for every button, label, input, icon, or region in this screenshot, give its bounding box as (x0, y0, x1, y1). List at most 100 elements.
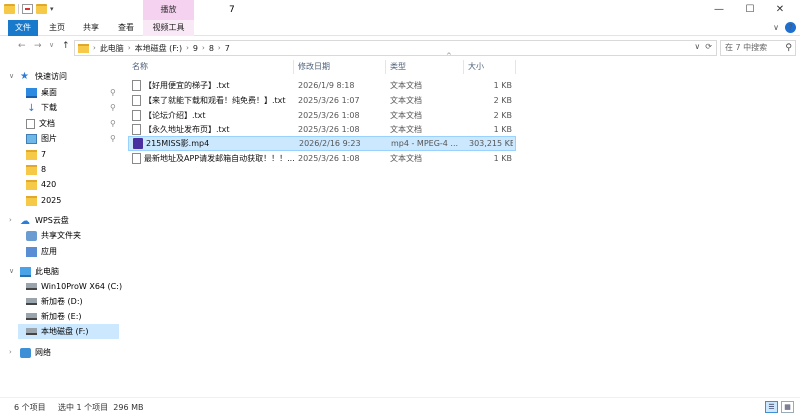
close-button[interactable]: ✕ (767, 0, 793, 20)
sidebar-item-label: 此电脑 (35, 267, 59, 276)
file-row-selected[interactable]: 215MISS影.mp4 2026/2/16 9:23 mp4 - MPEG-4… (128, 136, 516, 151)
pin-icon[interactable]: ⚲ (110, 85, 116, 100)
sidebar-quick-access[interactable]: ★ 快速访问 (20, 69, 67, 84)
sidebar-drive-d[interactable]: 新加卷 (D:) (26, 294, 83, 309)
forward-icon[interactable]: → (34, 41, 42, 51)
network-icon (20, 347, 31, 358)
sidebar-item-label: 桌面 (41, 88, 57, 97)
chevron-right-icon[interactable]: › (9, 213, 12, 228)
chevron-right-icon: › (127, 44, 131, 52)
column-name[interactable]: 名称 (128, 60, 294, 74)
text-file-icon (132, 153, 141, 164)
sidebar-item-desktop[interactable]: 桌面 (26, 85, 57, 100)
tab-share[interactable]: 共享 (83, 20, 99, 36)
file-size: 1 KB (493, 81, 512, 90)
sidebar-this-pc[interactable]: 此电脑 (20, 264, 59, 279)
column-type[interactable]: 类型 (386, 60, 464, 74)
shared-folder-icon (26, 230, 37, 241)
search-input[interactable]: 在 7 中搜索 ⚲ (720, 40, 796, 56)
tab-view[interactable]: 查看 (118, 20, 134, 36)
column-date-modified[interactable]: 修改日期 (294, 60, 386, 74)
pin-icon[interactable]: ⚲ (110, 100, 116, 115)
expand-ribbon-icon[interactable]: ∨ (773, 23, 779, 32)
file-row[interactable]: 最新地址及APP请发邮箱自动获取！！！... 2025/3/26 1:08 文本… (128, 152, 516, 165)
breadcrumb-this-pc[interactable]: 此电脑 (100, 43, 124, 54)
sidebar-item-label: 快速访问 (35, 72, 67, 81)
new-folder-icon[interactable] (36, 4, 47, 14)
sidebar-item-shared-folder[interactable]: 共享文件夹 (26, 228, 81, 243)
address-row: ← → ∨ ↑ › 此电脑 › 本地磁盘 (F:) › 9 › 8 › 7 ∨ … (0, 38, 800, 58)
file-row[interactable]: 【论坛介绍】.txt 2025/3/26 1:08 文本文档 2 KB (128, 109, 516, 122)
status-bar: 6 个项目 选中 1 个项目 296 MB ☰ ▦ (0, 397, 800, 417)
drive-icon (26, 328, 37, 335)
help-icon[interactable]: ? (785, 22, 796, 33)
sidebar-item-folder-8[interactable]: 8 (26, 162, 46, 177)
up-icon[interactable]: ↑ (62, 41, 70, 51)
sidebar-drive-e[interactable]: 新加卷 (E:) (26, 309, 82, 324)
breadcrumb-7[interactable]: 7 (225, 44, 230, 53)
chevron-right-icon[interactable]: › (9, 345, 12, 360)
quick-access-toolbar: ▾ (4, 4, 54, 14)
sidebar-item-documents[interactable]: 文档 (26, 116, 55, 131)
chevron-down-icon[interactable]: ∨ (9, 69, 14, 84)
file-type: 文本文档 (390, 125, 422, 134)
chevron-right-icon: › (93, 44, 96, 52)
address-bar[interactable]: › 此电脑 › 本地磁盘 (F:) › 9 › 8 › 7 ∨ ⟳ (74, 40, 717, 56)
breadcrumb-drive-f[interactable]: 本地磁盘 (F:) (135, 43, 182, 54)
minimize-button[interactable]: — (706, 0, 732, 20)
file-size: 303,215 KB (469, 139, 513, 148)
folder-icon (4, 4, 15, 14)
cloud-icon: ☁ (20, 215, 30, 227)
sidebar-item-label: 网络 (35, 348, 51, 357)
file-type: mp4 - MPEG-4 ... (391, 139, 459, 148)
sidebar-item-label: 新加卷 (E:) (41, 312, 82, 321)
context-tab-play[interactable]: 播放 (143, 0, 194, 20)
sidebar-wps-cloud[interactable]: ☁ WPS云盘 (20, 213, 69, 228)
pin-icon[interactable]: ⚲ (110, 116, 116, 131)
sidebar-item-folder-7[interactable]: 7 (26, 147, 46, 162)
file-type: 文本文档 (390, 111, 422, 120)
sidebar-item-folder-2025[interactable]: 2025 (26, 193, 61, 208)
properties-icon[interactable] (22, 4, 33, 14)
breadcrumb-9[interactable]: 9 (193, 44, 198, 53)
details-view-icon[interactable]: ☰ (765, 401, 778, 413)
sidebar-item-pictures[interactable]: 图片 (26, 131, 57, 146)
file-row[interactable]: 【好用便宜的梯子】.txt 2026/1/9 8:18 文本文档 1 KB (128, 79, 516, 92)
sidebar-drive-c[interactable]: Win10ProW X64 (C:) (26, 279, 122, 294)
address-dropdown-icon[interactable]: ∨ (694, 42, 700, 51)
file-type: 文本文档 (390, 81, 422, 90)
customize-toolbar-icon[interactable]: ▾ (50, 4, 54, 14)
column-size[interactable]: 大小 (464, 60, 516, 74)
recent-locations-icon[interactable]: ∨ (49, 41, 54, 49)
sidebar-drive-f[interactable]: 本地磁盘 (F:) (18, 324, 119, 339)
ribbon-tabs: 文件 主页 共享 查看 视频工具 ∨ ? (0, 20, 800, 36)
sidebar-item-label: 下载 (41, 103, 57, 112)
sidebar-item-label: 应用 (41, 247, 57, 256)
folder-icon (26, 179, 37, 190)
sidebar-item-folder-420[interactable]: 420 (26, 177, 56, 192)
file-name: 最新地址及APP请发邮箱自动获取！！！... (144, 154, 295, 163)
file-size: 1 KB (493, 154, 512, 163)
file-row[interactable]: 【来了就能下载和观看！纯免费！】.txt 2025/3/26 1:07 文本文档… (128, 94, 516, 107)
item-count: 6 个项目 (14, 403, 46, 412)
text-file-icon (132, 110, 141, 121)
sidebar-network[interactable]: 网络 (20, 345, 51, 360)
file-row[interactable]: 【永久地址发布页】.txt 2025/3/26 1:08 文本文档 1 KB (128, 123, 516, 136)
breadcrumb-8[interactable]: 8 (209, 44, 214, 53)
chevron-down-icon[interactable]: ∨ (9, 264, 14, 279)
folder-icon (26, 149, 37, 160)
tab-home[interactable]: 主页 (49, 20, 65, 36)
file-name: 【好用便宜的梯子】.txt (144, 81, 230, 90)
sidebar-item-downloads[interactable]: ↓ 下载 (26, 100, 57, 115)
folder-icon (26, 195, 37, 206)
large-icons-view-icon[interactable]: ▦ (781, 401, 794, 413)
pin-icon[interactable]: ⚲ (110, 131, 116, 146)
tab-video-tools[interactable]: 视频工具 (143, 20, 194, 36)
tab-file[interactable]: 文件 (8, 20, 38, 36)
search-icon[interactable]: ⚲ (785, 41, 792, 55)
maximize-button[interactable]: ☐ (737, 0, 763, 20)
refresh-icon[interactable]: ⟳ (705, 42, 712, 51)
back-icon[interactable]: ← (18, 41, 26, 51)
file-name: 【论坛介绍】.txt (144, 111, 206, 120)
sidebar-item-apps[interactable]: 应用 (26, 244, 57, 259)
